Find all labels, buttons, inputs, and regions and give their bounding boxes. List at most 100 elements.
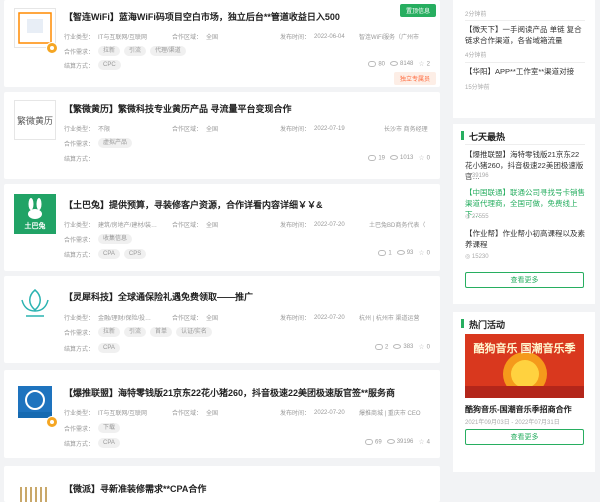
comment-count: 2 <box>375 343 388 350</box>
listing-title[interactable]: 【繁微黄历】繁微科技专业黄历产品 寻流量平台变现合作 <box>64 102 292 115</box>
hot7-panel: 七天最热 【爆推联盟】海特零钱版21京东22花小猪260，抖音极速22美团极速版… <box>453 124 595 304</box>
star-icon: ☆ <box>418 61 425 68</box>
need-tag: 代理/渠道 <box>150 46 186 56</box>
publisher[interactable]: 土巴兔BD商务代表（ <box>369 220 425 229</box>
news-item[interactable]: 【微天下】一手阅读产品 单链 复合链求合作渠道，各省域箱流量 <box>465 24 585 46</box>
comment-count: 80 <box>368 60 385 67</box>
company-logo: 繁微黄历 <box>14 100 56 140</box>
listing-card[interactable]: 【爆推联盟】海特零钱版21京东22花小猪260，抖音极速22美团极速版官签**服… <box>4 370 440 458</box>
publisher[interactable]: 长沙市 商务经理 <box>384 124 428 133</box>
verified-badge-icon <box>46 416 58 428</box>
listing-title[interactable]: 【爆推联盟】海特零钱版21京东22花小猪260，抖音极速22美团极速版官签**服… <box>64 386 395 399</box>
listing-title[interactable]: 【微派】寻新准装修需求**CPA合作 <box>64 482 206 495</box>
comment-icon <box>368 60 377 67</box>
star-count: ☆ 2 <box>418 61 430 68</box>
industry-value: IT与互联网/互联网 <box>98 35 148 41</box>
listing-meta-row: 行业类型： IT与互联网/互联网 <box>64 32 147 41</box>
more-button[interactable]: 查看更多 <box>465 429 584 445</box>
need-tag: 下载 <box>98 423 121 433</box>
listing-title[interactable]: 【灵犀科技】全球通保险礼遇免费领取——推广 <box>64 290 253 303</box>
hot-views: ◎ 15230 <box>465 254 489 260</box>
publisher[interactable]: 杭州 | 杭州市 渠道运营 <box>359 313 420 322</box>
industry-value: 不限 <box>98 127 111 133</box>
listing-card[interactable]: 【灵犀科技】全球通保险礼遇免费领取——推广 行业类型： 金融/理财/保险/投… 合… <box>4 276 440 363</box>
hot-views: ◎ 39196 <box>465 173 489 179</box>
stats: 1 93 ☆ 0 <box>378 249 430 257</box>
eye-icon <box>396 249 405 255</box>
more-button[interactable]: 查看更多 <box>465 272 584 288</box>
news-time: 4分钟前 <box>465 53 487 59</box>
settle-tag: CPA <box>98 343 120 353</box>
view-count: 93 <box>396 249 413 256</box>
publisher[interactable]: 智连WiFi服务（广州市 <box>359 32 419 41</box>
comment-icon <box>375 343 384 350</box>
need-tag: 首单 <box>150 327 173 337</box>
eye-icon: ◎ <box>465 254 472 260</box>
needs-row: 合作需求： 收集信息 <box>64 234 136 244</box>
stats: 69 39196 ☆ 4 <box>365 438 430 446</box>
comment-icon <box>365 438 373 445</box>
lotus-logo-icon <box>21 289 49 317</box>
top-pin-badge: 置顶信息 <box>399 4 436 17</box>
settle-row: 结算方式： CPA CPS <box>64 249 150 259</box>
date-value: 2022-07-20 <box>314 314 345 321</box>
eye-icon <box>390 154 399 160</box>
needs-row: 合作需求： 下载 <box>64 423 124 433</box>
events-panel: 热门活动 酷狗音乐 国潮音乐季 酷狗音乐-国潮音乐季招商合作 2021年09月0… <box>453 312 595 472</box>
needs-row: 合作需求： 拉新 引流 代理/渠道 <box>64 46 190 56</box>
view-count: 39196 <box>386 438 413 445</box>
region-value: 全国 <box>206 316 219 322</box>
exclusive-badge: 独立专属员 <box>393 72 436 85</box>
news-time: 2分钟前 <box>465 12 487 18</box>
settle-row: 结算方式： CPA <box>64 343 124 353</box>
wifi-logo-icon <box>18 12 52 44</box>
panel-title: 热门活动 <box>461 318 505 331</box>
listing-title[interactable]: 【土巴兔】提供预算，寻装修客户资源，合作详看内容详细￥￥& <box>64 198 323 211</box>
industry-value: 金融/理财/保险/投… <box>98 316 152 322</box>
listing-card[interactable]: 土巴兔 【土巴兔】提供预算，寻装修客户资源，合作详看内容详细￥￥& 行业类型：建… <box>4 184 440 271</box>
logo-text: 土巴兔 <box>24 223 46 230</box>
stats: 19 1013 ☆ 0 <box>368 154 430 162</box>
verified-badge-icon <box>46 42 58 54</box>
star-count: ☆ 0 <box>418 155 430 162</box>
need-tag: 引流 <box>124 327 147 337</box>
listing-card[interactable]: 繁微黄历 【繁微黄历】繁微科技专业黄历产品 寻流量平台变现合作 行业类型： 不限 … <box>4 92 440 179</box>
listing-card[interactable]: 【微派】寻新准装修需求**CPA合作 <box>4 466 440 502</box>
eye-icon <box>393 343 402 349</box>
stats: 2 383 ☆ 0 <box>375 343 430 351</box>
need-tag: 拉新 <box>98 327 121 337</box>
star-count: ☆ 0 <box>418 250 430 257</box>
listing-card[interactable]: 【智连WiFi】蓝海WiFi码项目空白市场，独立后台**管道收益日入500 置顶… <box>4 0 440 87</box>
company-logo <box>14 286 56 326</box>
comment-count: 1 <box>378 249 392 256</box>
event-name[interactable]: 酷狗音乐-国潮音乐季招商合作 <box>465 404 572 415</box>
region-value: 全国 <box>206 223 219 229</box>
event-banner[interactable]: 酷狗音乐 国潮音乐季 <box>465 334 584 398</box>
settle-row: 结算方式： <box>64 157 95 163</box>
star-icon: ☆ <box>418 344 425 351</box>
view-count: 8148 <box>390 60 413 67</box>
industry-value: 建筑/房地产/建材/装… <box>98 223 158 229</box>
date-value: 2022-07-20 <box>314 221 345 228</box>
divider <box>465 62 585 63</box>
settle-tag: CPA <box>98 438 120 448</box>
hot-item[interactable]: 【作业帮】作业帮小初高课程以及素养课程 <box>465 228 585 250</box>
comment-count: 69 <box>365 438 382 445</box>
eye-icon: ◎ <box>465 214 472 220</box>
news-item[interactable]: 【华阳】APP**工作室**渠道对接 <box>465 66 585 77</box>
star-icon: ☆ <box>418 250 425 257</box>
needs-row: 合作需求： 拉新 引流 首单 认证/实名 <box>64 327 216 337</box>
need-tag: 引流 <box>124 46 147 56</box>
comment-count: 19 <box>368 154 385 161</box>
star-icon: ☆ <box>418 155 425 162</box>
view-count: 383 <box>393 343 413 350</box>
industry-value: IT与互联网/互联网 <box>98 411 148 417</box>
news-time: 15分钟前 <box>465 85 490 91</box>
weipai-logo-icon <box>20 487 47 502</box>
date-value: 2022-07-19 <box>314 125 345 132</box>
comment-icon <box>378 249 387 256</box>
listing-title[interactable]: 【智连WiFi】蓝海WiFi码项目空白市场，独立后台**管道收益日入500 <box>64 10 340 23</box>
publisher[interactable]: 爆推商城 | 重庆市 CEO <box>359 408 421 417</box>
star-count: ☆ 4 <box>418 439 430 446</box>
company-logo: 土巴兔 <box>14 194 56 234</box>
